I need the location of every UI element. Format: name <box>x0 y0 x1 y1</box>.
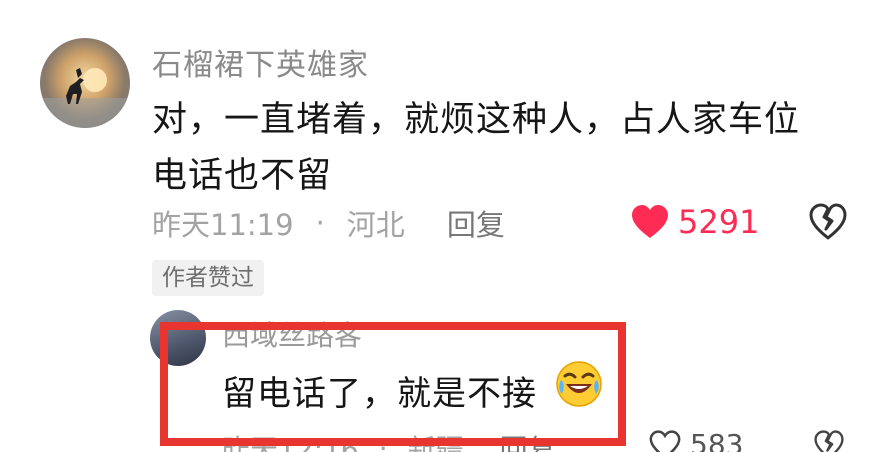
comment-line: 电话也不留 <box>152 156 333 196</box>
comment-username[interactable]: 石榴裙下英雄家 <box>152 40 369 84</box>
broken-heart-icon <box>814 430 844 452</box>
rolling-laughing-emoji-icon <box>553 358 605 414</box>
heart-filled-icon <box>632 205 668 238</box>
heart-outline-icon <box>649 429 681 452</box>
reply-body: 留电话了，就是不接 <box>222 374 537 414</box>
comment-location: 河北 <box>346 208 405 242</box>
reply-avatar[interactable] <box>150 310 206 366</box>
reply-meta: 昨天12:16 · 新疆 回复 <box>222 428 556 452</box>
comment-line: 对，一直堵着，就烦这种人，占人家车位 <box>152 100 801 140</box>
reply-button[interactable]: 回复 <box>447 202 505 244</box>
avatar[interactable] <box>40 38 130 128</box>
author-liked-badge: 作者赞过 <box>152 260 264 296</box>
comment-meta: 昨天11:19 · 河北 回复 <box>152 202 505 244</box>
comment-time: 昨天11:19 <box>152 208 294 242</box>
comment-thread: 石榴裙下英雄家 对，一直堵着，就烦这种人，占人家车位 电话也不留 昨天11:19… <box>0 0 896 452</box>
reply-reply-button[interactable]: 回复 <box>500 428 556 452</box>
broken-heart-icon <box>809 203 847 240</box>
reply-dislike-button[interactable] <box>812 430 846 452</box>
reply-location: 新疆 <box>407 433 464 452</box>
reply-like-button[interactable]: 583 <box>648 428 743 452</box>
comment-body: 对，一直堵着，就烦这种人，占人家车位 电话也不留 <box>152 92 842 204</box>
meta-separator: · <box>315 206 325 240</box>
like-button[interactable]: 5291 <box>630 200 759 244</box>
reply-username[interactable]: 西域丝路客 <box>222 314 362 354</box>
dislike-button[interactable] <box>808 203 848 245</box>
reply-time: 昨天12:16 <box>222 433 359 452</box>
avatar-sunset-horse-image <box>40 68 130 128</box>
reply-like-count: 583 <box>690 428 744 452</box>
like-count: 5291 <box>678 203 760 241</box>
meta-separator: · <box>378 431 388 452</box>
